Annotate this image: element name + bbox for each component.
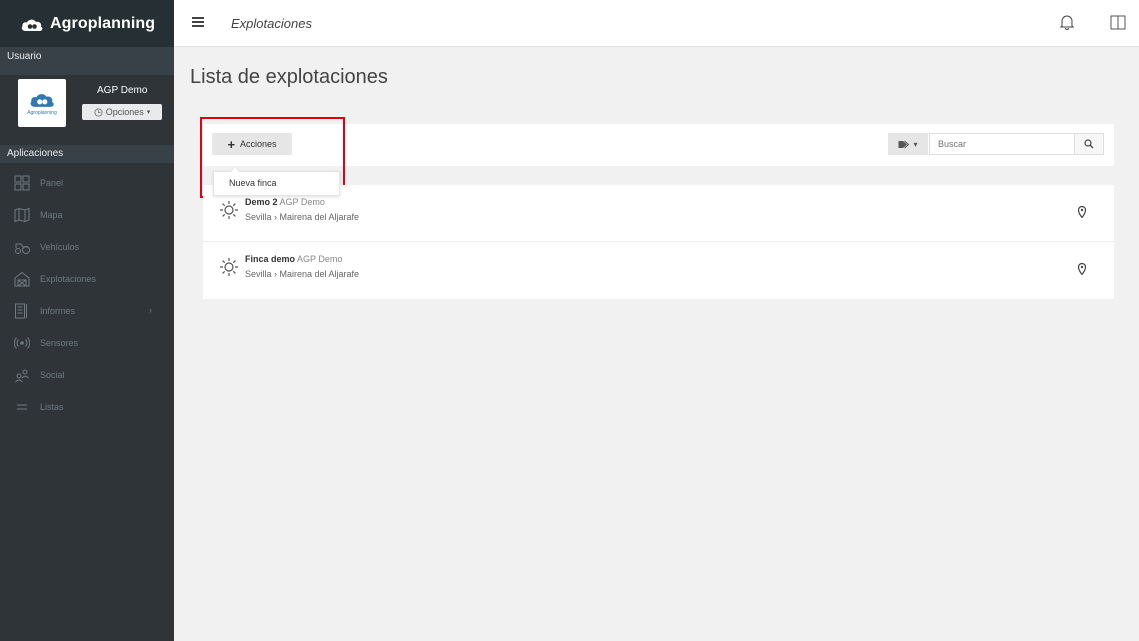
sun-icon [220,258,238,276]
sidebar-item-panel[interactable]: Panel [0,167,174,199]
social-icon [14,367,30,383]
cloud-logo-icon [21,19,43,31]
options-button[interactable]: Opciones ▾ [82,104,162,120]
grid-icon [14,175,30,191]
sensor-icon [14,335,30,351]
bell-icon[interactable] [1060,14,1074,30]
user-name: AGP Demo [97,85,148,96]
brand[interactable]: Agroplanning [0,0,174,47]
search-input[interactable] [929,133,1074,155]
sidebar-item-sensores[interactable]: Sensores [0,327,174,359]
sidebar-item-label: Sensores [40,338,79,348]
farm-owner: AGP Demo [279,197,325,207]
sidebar-item-listas[interactable]: Listas [0,391,174,423]
farm-name-line: Finca demo AGP Demo [245,254,342,264]
sidebar-item-label: Informes [40,306,76,316]
location-pin-icon[interactable] [1078,206,1086,218]
sidebar-item-label: Vehículos [40,242,80,252]
sidebar-item-explotaciones[interactable]: Explotaciones [0,263,174,295]
farm-owner: AGP Demo [297,254,343,264]
farm-location: Sevilla › Mairena del Aljarafe [245,212,360,222]
sidebar-item-label: Social [40,370,65,380]
report-icon [14,303,30,319]
avatar-logo-icon [30,94,54,107]
side-panel-icon[interactable] [1110,15,1126,30]
sidebar: Agroplanning Usuario Agroplanning AGP De… [0,0,174,641]
tags-icon [898,140,910,148]
sidebar-item-social[interactable]: Social [0,359,174,391]
user-section-label: Usuario [0,47,174,75]
top-header: Explotaciones [174,0,1139,47]
sidebar-item-label: Panel [40,178,64,188]
brand-name: Agroplanning [50,14,156,32]
vehicle-icon [14,239,30,255]
avatar[interactable]: Agroplanning [18,79,66,127]
sidebar-item-informes[interactable]: Informes › [0,295,174,327]
search-button[interactable] [1074,133,1104,155]
list-icon [14,399,30,415]
sidebar-item-label: Explotaciones [40,274,97,284]
options-label: Opciones [105,107,144,117]
location-pin-icon[interactable] [1078,263,1086,275]
sidebar-item-label: Mapa [40,210,63,220]
actions-dropdown-item-nueva-finca[interactable]: Nueva finca [213,166,340,196]
barn-icon [14,271,30,287]
avatar-brand-text: Agroplanning [27,110,57,116]
search-icon [1084,139,1094,149]
sidebar-item-label: Listas [40,402,64,412]
caret-down-icon: ▾ [146,109,151,116]
farm-name-line: Demo 2 AGP Demo [245,197,325,207]
chevron-right-icon: › [149,305,152,315]
farm-name: Finca demo [245,254,296,264]
list-item[interactable]: Finca demo AGP Demo Sevilla › Mairena de… [203,242,1114,299]
farm-location: Sevilla › Mairena del Aljarafe [245,269,360,279]
user-panel: Usuario Agroplanning AGP Demo Opciones ▾ [0,47,174,127]
sidebar-item-mapa[interactable]: Mapa [0,199,174,231]
sidebar-nav: Panel Mapa Vehículos Explotaciones Infor… [0,167,174,423]
breadcrumb: Explotaciones [231,16,312,31]
hamburger-menu-icon[interactable] [192,17,204,27]
map-icon [14,207,30,223]
tag-filter-button[interactable]: ▾ [888,133,928,155]
farm-name: Demo 2 [245,197,278,207]
caret-down-icon: ▾ [913,139,918,149]
apps-section-label: Aplicaciones [0,145,174,163]
farm-list: Demo 2 AGP Demo Sevilla › Mairena del Al… [203,185,1114,299]
sun-icon [220,201,238,219]
page-title: Lista de explotaciones [190,66,388,88]
clock-icon [94,107,103,117]
sidebar-item-vehiculos[interactable]: Vehículos [0,231,174,263]
